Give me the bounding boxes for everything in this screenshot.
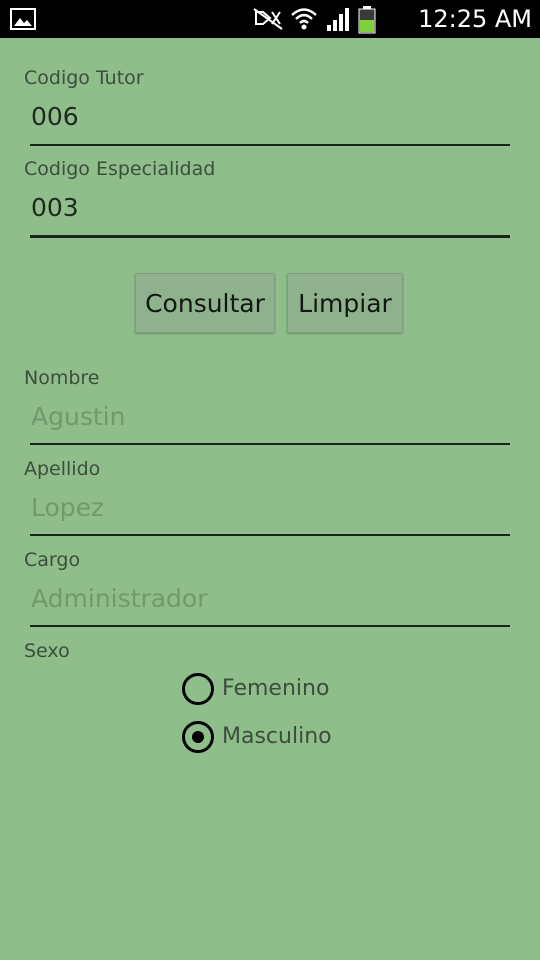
- cargo-underline: [30, 625, 510, 627]
- codigo-especialidad-input[interactable]: 003: [31, 193, 79, 223]
- codigo-tutor-underline: [30, 144, 510, 146]
- radio-checked-icon[interactable]: [182, 721, 214, 753]
- apellido-underline: [30, 534, 510, 536]
- radio-femenino-label[interactable]: Femenino: [222, 675, 329, 703]
- status-time: 12:25 AM: [418, 5, 532, 33]
- nombre-underline: [30, 443, 510, 445]
- radio-unchecked-icon[interactable]: [182, 673, 214, 705]
- nombre-label: Nombre: [24, 367, 100, 389]
- apellido-label: Apellido: [24, 458, 101, 480]
- gallery-icon: [10, 8, 36, 34]
- nombre-input[interactable]: Agustin: [31, 402, 125, 432]
- apellido-input[interactable]: Lopez: [31, 493, 104, 523]
- codigo-tutor-input[interactable]: 006: [31, 102, 79, 132]
- cargo-input[interactable]: Administrador: [31, 584, 208, 614]
- cargo-label: Cargo: [24, 549, 81, 571]
- status-bar: 12:25 AM: [0, 0, 540, 38]
- radio-masculino-label[interactable]: Masculino: [222, 723, 332, 751]
- limpiar-button[interactable]: Limpiar: [287, 273, 403, 333]
- sexo-label: Sexo: [24, 640, 70, 662]
- radio-selected-dot: [192, 731, 204, 743]
- codigo-tutor-label: Codigo Tutor: [24, 67, 144, 89]
- codigo-especialidad-underline: [30, 235, 510, 238]
- codigo-especialidad-label: Codigo Especialidad: [24, 158, 216, 180]
- consultar-button[interactable]: Consultar: [135, 273, 275, 333]
